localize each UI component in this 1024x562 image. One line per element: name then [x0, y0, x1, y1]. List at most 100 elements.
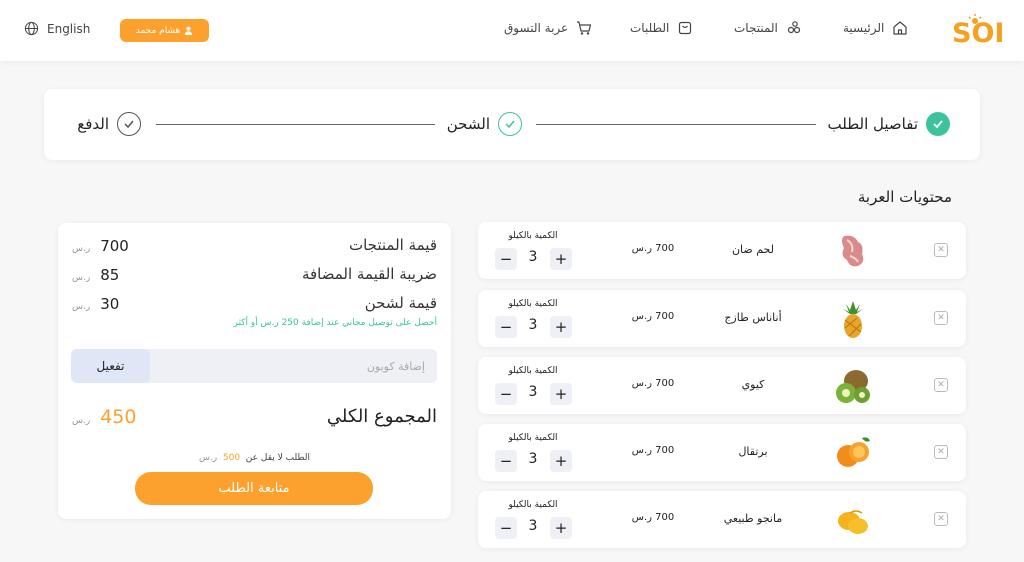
qty-value: 3 — [528, 317, 538, 333]
shipping-label: قيمة لشحن — [364, 294, 437, 312]
check-icon — [117, 112, 141, 136]
product-price: 700 ر.س — [631, 243, 675, 254]
qty-label: الكمية بالكيلو — [508, 366, 558, 376]
remove-item-icon[interactable]: ✕ — [934, 512, 948, 526]
check-icon — [498, 112, 522, 136]
kiwi-image — [836, 370, 870, 403]
shipping-value: 30 ر.س — [72, 295, 119, 313]
product-name: كيوي — [741, 378, 765, 391]
home-icon — [893, 21, 907, 35]
nav-orders[interactable]: الطلبات — [630, 20, 693, 36]
increase-qty-button[interactable]: + — [550, 383, 572, 405]
subtotal-value: 700 ر.س — [72, 237, 129, 255]
product-name: أناناس طازج — [724, 311, 782, 324]
vat-value: 85 ر.س — [72, 266, 119, 284]
sol-logo[interactable]: SOL — [952, 14, 1002, 48]
min-order-value: 500 — [222, 453, 241, 463]
qty-label: الكمية بالكيلو — [508, 231, 558, 241]
decrease-qty-button[interactable]: − — [495, 383, 517, 405]
meat-image — [842, 235, 864, 267]
nav-cart[interactable]: عربة التسوق — [504, 20, 592, 36]
total-value: 450 ر.س — [72, 406, 136, 428]
qty-label: الكمية بالكيلو — [508, 433, 558, 443]
subtotal-amount: 700 — [100, 237, 129, 255]
min-order-text: الطلب لا يقل عن — [245, 453, 311, 463]
min-order-note: الطلب لا يقل عن 500 ر.س — [58, 453, 451, 463]
remove-item-icon[interactable]: ✕ — [934, 243, 948, 257]
cart-item: ✕ برتقال 700 ر.س الكمية بالكيلو + 3 − — [478, 424, 966, 481]
cart-item: ✕ لحم ضان 700 ر.س الكمية بالكيلو + 3 − — [478, 222, 966, 279]
currency-label: ر.س — [72, 302, 91, 312]
nav-cart-label: عربة التسوق — [504, 21, 569, 35]
cart-item: ✕ أناناس طازج 700 ر.س الكمية بالكيلو + 3… — [478, 290, 966, 347]
increase-qty-button[interactable]: + — [550, 248, 572, 270]
checkout-stepper: تفاصيل الطلب الشحن الدفع — [44, 89, 980, 160]
nav-products-label: المنتجات — [734, 21, 778, 35]
increase-qty-button[interactable]: + — [550, 517, 572, 539]
step-payment-label: الدفع — [77, 115, 109, 133]
step-connector — [156, 124, 435, 125]
decrease-qty-button[interactable]: − — [495, 517, 517, 539]
cart-item: ✕ كيوي 700 ر.س الكمية بالكيلو + 3 − — [478, 357, 966, 414]
checkout-button[interactable]: متابعة الطلب — [135, 472, 373, 505]
order-summary: قيمة المنتجات 700 ر.س ضريبة القيمة المضا… — [58, 223, 451, 519]
remove-item-icon[interactable]: ✕ — [934, 445, 948, 459]
step-payment: الدفع — [77, 112, 141, 136]
language-switcher[interactable]: English — [24, 21, 90, 36]
check-icon — [926, 112, 950, 136]
min-order-currency: ر.س — [198, 453, 218, 463]
product-price: 700 ر.س — [631, 445, 675, 456]
step-shipping-label: الشحن — [446, 115, 490, 133]
subtotal-label: قيمة المنتجات — [348, 236, 437, 254]
remove-item-icon[interactable]: ✕ — [934, 311, 948, 325]
qty-value: 3 — [528, 518, 538, 534]
activate-coupon-button[interactable]: تفعيل — [71, 349, 150, 383]
total-amount: 450 — [100, 406, 137, 428]
user-account-button[interactable]: هشام محمد — [120, 19, 209, 42]
total-label: المجموع الكلي — [326, 406, 437, 427]
cart-icon — [577, 21, 592, 35]
shipping-amount: 30 — [100, 295, 120, 313]
user-icon — [185, 26, 193, 35]
orders-icon — [679, 21, 692, 35]
qty-value: 3 — [528, 249, 538, 265]
increase-qty-button[interactable]: + — [550, 450, 572, 472]
cart-title: محتويات العربة — [857, 188, 952, 206]
currency-label: ر.س — [72, 273, 91, 283]
language-label: English — [47, 21, 91, 36]
vat-label: ضريبة القيمة المضافة — [301, 265, 437, 283]
pineapple-image — [843, 301, 863, 338]
nav-orders-label: الطلبات — [630, 21, 670, 35]
qty-value: 3 — [528, 451, 538, 467]
decrease-qty-button[interactable]: − — [495, 450, 517, 472]
globe-icon — [24, 21, 39, 36]
orange-image — [837, 437, 870, 467]
decrease-qty-button[interactable]: − — [495, 316, 517, 338]
step-order-details: تفاصيل الطلب — [828, 112, 950, 136]
product-price: 700 ر.س — [631, 378, 675, 389]
increase-qty-button[interactable]: + — [550, 316, 572, 338]
step-order-details-label: تفاصيل الطلب — [827, 115, 918, 133]
product-price: 700 ر.س — [631, 311, 675, 322]
nav-home-label: الرئيسية — [843, 21, 885, 35]
step-shipping: الشحن — [447, 112, 522, 136]
nav-products[interactable]: المنتجات — [734, 20, 802, 36]
product-price: 700 ر.س — [631, 512, 675, 523]
qty-value: 3 — [528, 384, 538, 400]
top-navbar: SOL الرئيسية المنتجات الطلبات عربة التسو… — [0, 0, 1024, 61]
user-name: هشام محمد — [135, 25, 181, 36]
qty-label: الكمية بالكيلو — [508, 500, 558, 510]
free-shipping-note: أحصل على توصيل مجاني عند إضافة 250 ر.س أ… — [233, 318, 437, 328]
coupon-input[interactable] — [163, 349, 437, 383]
products-icon — [787, 21, 800, 34]
product-name: لحم ضان — [731, 243, 775, 256]
decrease-qty-button[interactable]: − — [495, 248, 517, 270]
product-name: مانجو طبيعي — [723, 512, 783, 525]
nav-home[interactable]: الرئيسية — [843, 20, 908, 36]
vat-amount: 85 — [100, 266, 120, 284]
currency-label: ر.س — [72, 416, 91, 426]
remove-item-icon[interactable]: ✕ — [934, 378, 948, 392]
cart-item: ✕ مانجو طبيعي 700 ر.س الكمية بالكيلو + 3… — [478, 491, 966, 548]
qty-label: الكمية بالكيلو — [508, 299, 558, 309]
step-connector — [536, 124, 816, 125]
